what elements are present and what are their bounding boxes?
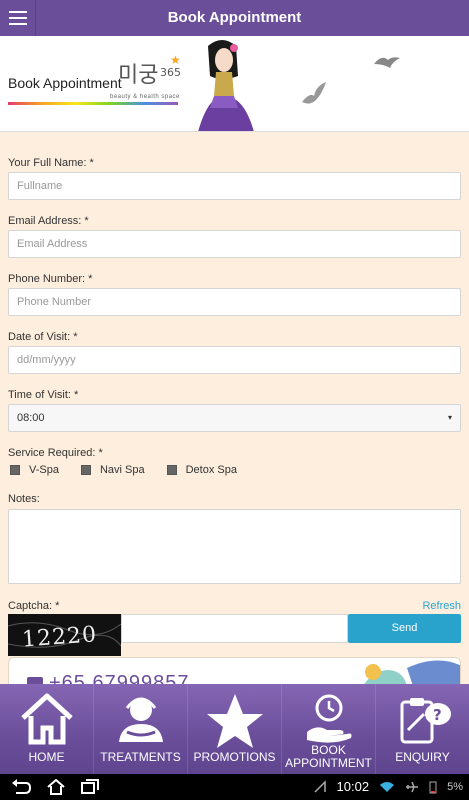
tab-treatments[interactable]: TREATMENTS — [94, 684, 188, 774]
email-input[interactable]: Email Address — [8, 230, 461, 258]
wifi-icon — [380, 781, 395, 792]
tab-home[interactable]: HOME — [0, 684, 94, 774]
tab-book-appointment[interactable]: BOOK APPOINTMENT — [282, 684, 376, 774]
checkbox-label: Navi Spa — [99, 464, 145, 476]
battery-percent: 5% — [447, 780, 463, 793]
svg-text:?: ? — [433, 706, 442, 724]
time-label: Time of Visit: * — [8, 389, 79, 401]
bottom-tab-bar: HOME TREATMENTS PROMOTIONS BOOK APPOINTME… — [0, 684, 469, 774]
system-nav-buttons — [10, 779, 100, 795]
logo-subtitle: beauty & health space — [110, 94, 180, 100]
tab-enquiry[interactable]: ? ENQUIRY — [376, 684, 469, 774]
caret-down-icon: ▾ — [447, 413, 452, 422]
checkbox-navi-spa[interactable] — [80, 465, 91, 475]
time-select-value: 08:00 — [17, 412, 45, 424]
star-icon — [206, 694, 263, 748]
send-button[interactable]: Send — [348, 614, 461, 643]
airplane-icon — [406, 781, 419, 792]
svg-text:365: 365 — [160, 66, 181, 79]
battery-icon — [429, 781, 437, 793]
notes-label: Notes: — [8, 493, 40, 505]
captcha-text: 12220 — [21, 622, 98, 652]
home-nav-icon[interactable] — [46, 779, 66, 795]
service-label: Service Required: * — [8, 447, 103, 459]
bird-illustration — [374, 57, 400, 68]
booking-form: Your Full Name: * Fullname Email Address… — [0, 132, 469, 684]
tab-label: TREATMENTS — [100, 750, 181, 764]
time-select[interactable]: 08:00 ▾ — [8, 404, 461, 432]
captcha-label: Captcha: * — [8, 600, 60, 612]
fullname-input[interactable]: Fullname — [8, 172, 461, 200]
captcha-image: 12220 — [8, 614, 121, 656]
clock-time: 10:02 — [336, 779, 370, 794]
email-label: Email Address: * — [8, 215, 89, 227]
checkbox-detox-spa[interactable] — [166, 465, 177, 475]
logo-stripes — [8, 102, 178, 105]
tab-label: HOME — [28, 750, 65, 764]
tab-label: PROMOTIONS — [193, 750, 276, 764]
checkbox-label: V-Spa — [29, 464, 59, 476]
service-options: V-Spa Navi Spa Detox Spa — [10, 464, 259, 476]
date-label: Date of Visit: * — [8, 331, 78, 343]
clipboard-question-icon: ? — [400, 698, 451, 744]
spa-person-icon — [118, 697, 163, 742]
checkbox-label: Detox Spa — [185, 464, 237, 476]
svg-text:★: ★ — [170, 53, 181, 67]
home-icon — [20, 693, 73, 745]
illustration-lady — [198, 40, 254, 131]
captcha-input[interactable] — [121, 614, 348, 643]
phone-icon — [27, 677, 43, 684]
tab-promotions[interactable]: PROMOTIONS — [188, 684, 282, 774]
bird-illustration — [302, 82, 326, 104]
app-header: Book Appointment — [0, 0, 469, 36]
banner-title: Book Appointment — [8, 75, 122, 91]
tab-label: BOOK APPOINTMENT — [285, 743, 372, 770]
tab-label: ENQUIRY — [395, 750, 450, 764]
recent-apps-icon[interactable] — [80, 779, 100, 795]
phone-input[interactable]: Phone Number — [8, 288, 461, 316]
system-indicators: 10:02 5% — [313, 779, 463, 794]
back-icon[interactable] — [10, 779, 32, 795]
promo-phone: +65 67999857 — [49, 672, 190, 684]
svg-text:미궁: 미궁 — [118, 63, 158, 88]
date-input[interactable]: dd/mm/yyyy — [8, 346, 461, 374]
bird-flower-illustration — [364, 660, 460, 684]
promo-contact-card[interactable]: +65 67999857 — [8, 657, 461, 684]
checkbox-v-spa[interactable] — [10, 465, 20, 475]
banner: Book Appointment 미궁 365 ★ beauty & healt… — [0, 36, 469, 132]
phone-label: Phone Number: * — [8, 273, 93, 285]
captcha-refresh-link[interactable]: Refresh — [422, 600, 461, 612]
name-label: Your Full Name: * — [8, 157, 94, 169]
page-title: Book Appointment — [167, 9, 302, 26]
clock-hand-icon — [306, 694, 351, 743]
no-signal-icon — [314, 779, 326, 793]
notes-textarea[interactable] — [8, 509, 461, 584]
system-status-bar: 10:02 5% — [0, 774, 469, 800]
